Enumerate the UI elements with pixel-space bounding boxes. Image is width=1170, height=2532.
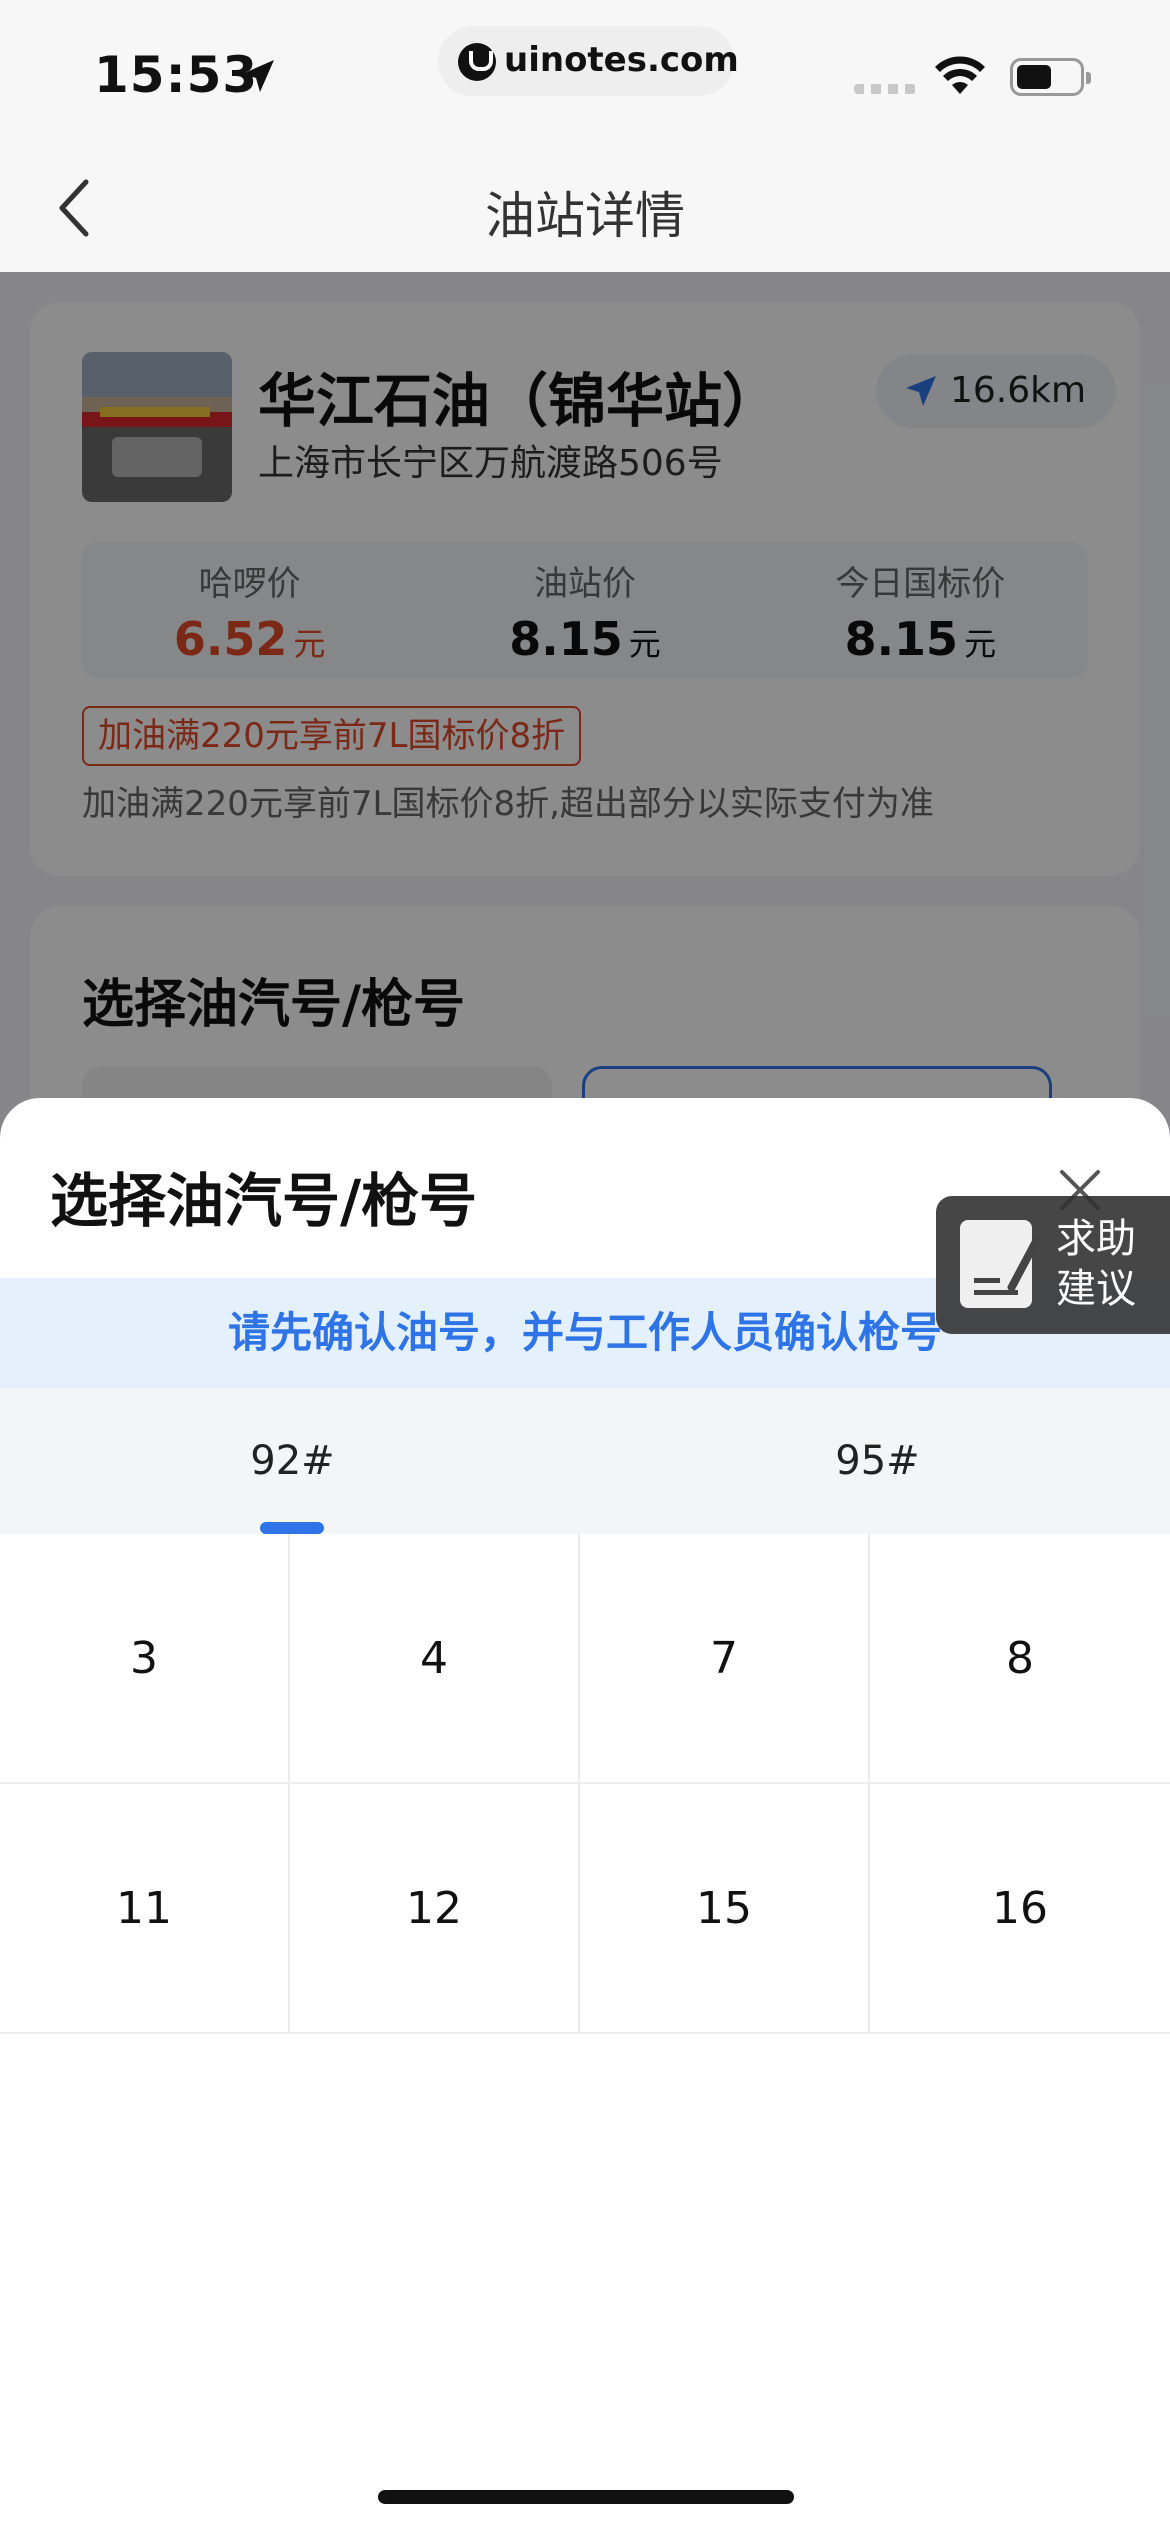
gun-cell[interactable]: 8: [870, 1534, 1170, 1784]
gun-cell[interactable]: 16: [870, 1784, 1170, 2034]
help-label-line2: 建议: [1056, 1266, 1136, 1312]
page-title: 油站详情: [485, 187, 685, 245]
tab-95[interactable]: 95#: [585, 1388, 1170, 1534]
sheet-title: 选择油汽号/枪号: [50, 1167, 478, 1235]
help-label-line1: 求助: [1056, 1216, 1136, 1262]
battery-icon: [1010, 58, 1091, 96]
gun-grid: 3 4 7 8 11 12 15 16: [0, 1534, 1170, 2034]
feedback-note-icon: [960, 1220, 1042, 1308]
help-feedback-button[interactable]: 求助 建议: [936, 1196, 1170, 1334]
gun-cell[interactable]: 12: [290, 1784, 580, 2034]
wifi-icon: [935, 56, 985, 94]
gun-cell[interactable]: 15: [580, 1784, 870, 2034]
status-bar: 15:53 uinotes.com: [0, 0, 1170, 140]
url-text: uinotes.com: [504, 40, 739, 80]
help-label: 求助 建议: [1056, 1214, 1156, 1314]
status-time: 15:53: [94, 46, 259, 104]
gun-cell[interactable]: 4: [290, 1534, 580, 1784]
gun-cell[interactable]: 7: [580, 1534, 870, 1784]
home-indicator[interactable]: [378, 2490, 794, 2504]
nav-bar: 油站详情: [0, 140, 1170, 272]
tab-92[interactable]: 92#: [0, 1388, 585, 1534]
site-logo-icon: [458, 43, 496, 81]
pen-icon: [1006, 1235, 1042, 1293]
url-pill[interactable]: uinotes.com: [438, 26, 739, 96]
fuel-tabs: 92# 95#: [0, 1388, 1170, 1534]
location-arrow-icon: [242, 60, 274, 92]
cellular-signal-icon: [854, 84, 916, 94]
gun-cell[interactable]: 3: [0, 1534, 290, 1784]
gun-cell[interactable]: 11: [0, 1784, 290, 2034]
